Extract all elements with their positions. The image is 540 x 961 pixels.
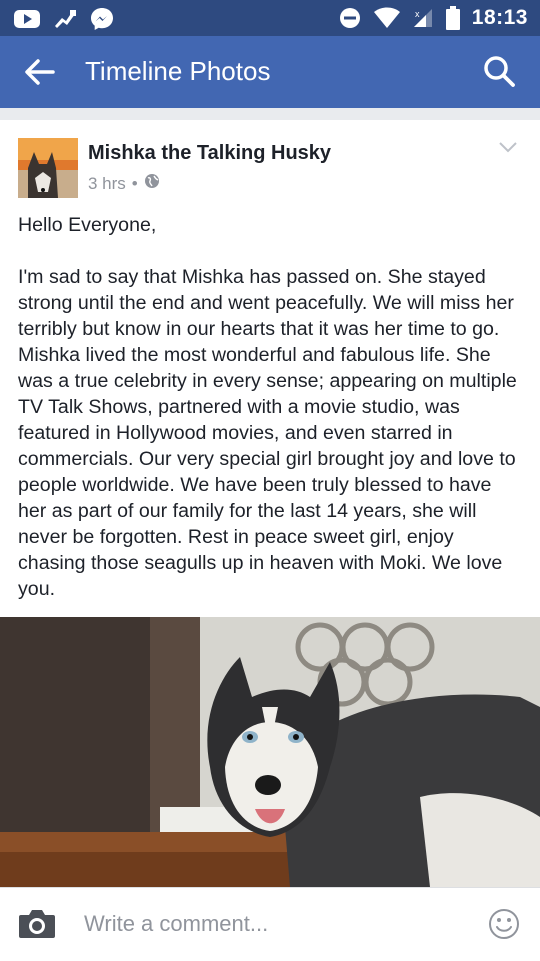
post-options-button[interactable] xyxy=(498,140,518,154)
page-title: Timeline Photos xyxy=(85,56,271,86)
post-message: I'm sad to say that Mishka has passed on… xyxy=(18,266,517,600)
post-text: Hello Everyone, I'm sad to say that Mish… xyxy=(18,212,523,628)
chevron-down-icon xyxy=(499,142,517,153)
post-meta: 3 hrs • xyxy=(88,173,160,194)
svg-text:x: x xyxy=(415,9,420,19)
youtube-icon xyxy=(14,9,40,29)
post-greeting: Hello Everyone, xyxy=(18,214,157,236)
signal-icon: x xyxy=(412,7,434,29)
post-photo[interactable] xyxy=(0,617,540,887)
comment-bar xyxy=(0,887,540,961)
back-button[interactable] xyxy=(24,58,56,86)
emoji-button[interactable] xyxy=(488,908,520,940)
globe-icon xyxy=(144,173,160,194)
meta-separator: • xyxy=(131,173,138,193)
post-time[interactable]: 3 hrs xyxy=(88,174,126,194)
avatar[interactable] xyxy=(18,138,78,198)
clock: 18:13 xyxy=(471,6,528,29)
status-bar: x 18:13 xyxy=(0,0,540,36)
app-bar: Timeline Photos xyxy=(0,36,540,108)
post-card: Mishka the Talking Husky 3 hrs • Hello E… xyxy=(0,120,540,618)
do-not-disturb-icon xyxy=(338,6,362,30)
arrow-left-icon xyxy=(25,59,55,85)
search-button[interactable] xyxy=(482,54,516,88)
battery-icon xyxy=(445,6,460,30)
search-icon xyxy=(484,56,515,87)
messenger-icon xyxy=(90,7,114,31)
fb-icon xyxy=(52,8,78,30)
comment-input[interactable] xyxy=(84,906,464,942)
post-author[interactable]: Mishka the Talking Husky xyxy=(88,142,331,165)
camera-button[interactable] xyxy=(18,908,56,940)
wifi-icon xyxy=(373,7,400,29)
camera-icon xyxy=(19,910,55,938)
smiley-icon xyxy=(489,909,519,939)
